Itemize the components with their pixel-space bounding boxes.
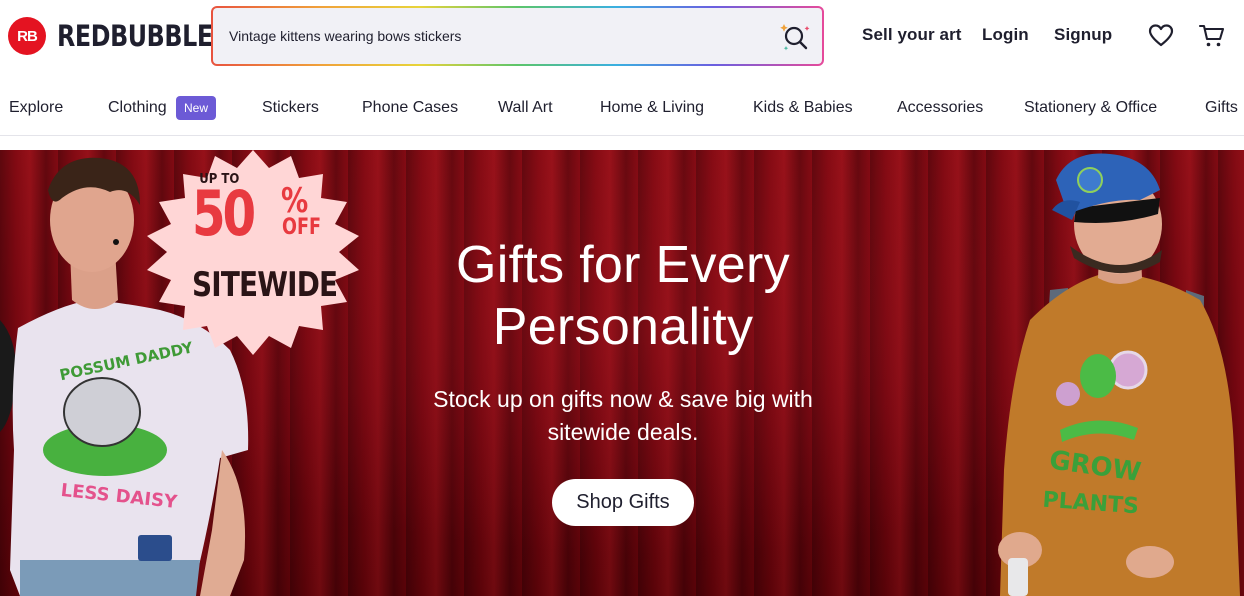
heart-icon [1148, 24, 1174, 47]
nav-item-home-living[interactable]: Home & Living [600, 99, 704, 117]
model-right-image: GROW PLANTS [998, 153, 1240, 596]
wishlist-button[interactable] [1147, 22, 1175, 50]
login-link[interactable]: Login [982, 25, 1029, 45]
nav-item-explore[interactable]: Explore [9, 99, 63, 117]
new-badge: New [176, 96, 217, 120]
nav-item-stickers[interactable]: Stickers [262, 99, 319, 117]
hero-subtitle: Stock up on gifts now & save big with si… [433, 386, 813, 445]
category-nav: Explore Clothing New Stickers Phone Case… [0, 86, 1244, 136]
search-bar [211, 6, 824, 66]
nav-item-kids-babies[interactable]: Kids & Babies [753, 99, 853, 117]
sell-your-art-link[interactable]: Sell your art [862, 25, 962, 45]
nav-item-stationery-office[interactable]: Stationery & Office [1024, 99, 1157, 117]
nav-item-accessories[interactable]: Accessories [897, 99, 983, 117]
promo-sitewide: SITEWIDE [192, 265, 338, 305]
signup-link[interactable]: Signup [1054, 25, 1112, 45]
search-button[interactable] [778, 20, 812, 54]
promo-text: UP TO 50 % OFF SITEWIDE [137, 150, 369, 355]
logo-wordmark: REDBUBBLE [57, 19, 213, 53]
hero-banner[interactable]: POSSUM DADDY LESS DAISY UP TO 50 % OFF S… [0, 150, 1244, 596]
nav-item-phone-cases[interactable]: Phone Cases [362, 99, 458, 117]
site-header: RB REDBUBBLE Sell your art Login Signup [0, 0, 1244, 76]
promo-off: OFF [282, 215, 322, 240]
nav-item-clothing[interactable]: Clothing [108, 99, 167, 117]
search-icon [780, 24, 810, 51]
cart-icon [1198, 24, 1225, 47]
promo-percent-number: 50 [192, 177, 256, 250]
logo-mark: RB [8, 17, 46, 55]
cart-button[interactable] [1198, 22, 1226, 50]
nav-item-wall-art[interactable]: Wall Art [498, 99, 553, 117]
hero-title: Gifts for Every Personality [456, 236, 790, 356]
search-input[interactable] [229, 8, 769, 64]
nav-item-gifts[interactable]: Gifts [1205, 99, 1238, 117]
shop-gifts-button[interactable]: Shop Gifts [552, 479, 694, 526]
